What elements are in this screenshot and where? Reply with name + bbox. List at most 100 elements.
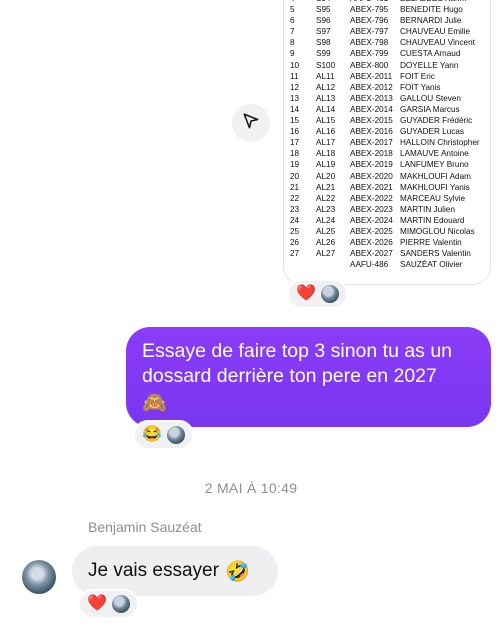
table-row: 26 AL26 ABEX-2026 PIERRE Valentin <box>290 237 490 248</box>
row-name: GUYADER Lucas <box>400 127 465 137</box>
row-id: ABEX-797 <box>350 27 389 37</box>
row-number: 20 <box>290 171 300 181</box>
table-row: 9 S99 ABEX-799 CUESTA Arnaud <box>290 48 490 59</box>
row-id: ABEX-2014 <box>350 104 393 114</box>
row-number: 5 <box>290 5 295 15</box>
row-id: ABEX-2024 <box>350 215 393 225</box>
shared-image-card[interactable]: 4S94AAFU-401BELABBES Karim5S95ABEX-795BE… <box>283 0 491 285</box>
sender-name: Benjamin Sauzéat <box>88 519 202 535</box>
table-row: 5 S95 ABEX-795 BENEDITE Hugo <box>290 4 490 15</box>
row-id: ABEX-2025 <box>350 226 393 236</box>
row-name: DOYELLE Yann <box>400 60 459 70</box>
row-id: ABEX-798 <box>350 38 389 48</box>
row-code: AL14 <box>316 104 336 114</box>
row-number: 13 <box>290 93 300 103</box>
row-number: 6 <box>290 16 295 26</box>
row-id: ABEX-2026 <box>350 238 393 248</box>
table-row: 6 S96 ABEX-796 BERNARDI Julie <box>290 15 490 26</box>
row-name: MARTIN Julien <box>400 204 455 214</box>
message-timestamp: 2 MAI À 10:49 <box>204 480 298 496</box>
row-id: ABEX-2018 <box>350 149 393 159</box>
row-number: 26 <box>290 238 300 248</box>
row-id: ABEX-800 <box>350 60 389 70</box>
row-number <box>290 259 316 270</box>
row-id: ABEX-799 <box>350 49 389 59</box>
row-number: 22 <box>290 193 300 203</box>
row-code: AL16 <box>316 127 336 137</box>
row-name: MARCEAU Sylvie <box>400 193 466 203</box>
row-name: PIERRE Valentin <box>400 238 462 248</box>
row-id: AAFU-486 <box>350 260 389 270</box>
row-number: 21 <box>290 182 300 192</box>
table-row: 25 AL25 ABEX-2025 MIMOGLOU Nicolas <box>290 226 490 237</box>
participants-table: 4S94AAFU-401BELABBES Karim5S95ABEX-795BE… <box>290 0 490 270</box>
row-code: AL23 <box>316 204 336 214</box>
received-message-text: Je vais essayer <box>88 560 219 581</box>
received-message-reactions[interactable]: ❤️ <box>78 589 139 619</box>
row-code: AL27 <box>316 249 336 259</box>
table-row: 17 AL17 ABEX-2017 HALLOIN Christopher <box>290 137 490 148</box>
table-row: 21 AL21 ABEX-2021 MAKHLOUFI Yanis <box>290 182 490 193</box>
row-code: AL18 <box>316 149 336 159</box>
sent-message-bubble[interactable]: Essaye de faire top 3 sinon tu as un dos… <box>126 327 491 427</box>
send-icon <box>242 112 260 135</box>
row-name: LANFUMEY Bruno <box>400 160 469 170</box>
row-name: GUYADER Frédéric <box>400 116 473 126</box>
row-code <box>316 259 350 270</box>
row-id: ABEX-2015 <box>350 116 393 126</box>
row-code: S95 <box>316 5 331 15</box>
row-code: AL25 <box>316 226 336 236</box>
row-number: 12 <box>290 82 300 92</box>
row-id: ABEX-2017 <box>350 138 393 148</box>
row-number: 27 <box>290 249 300 259</box>
row-id: ABEX-2012 <box>350 82 393 92</box>
row-number: 24 <box>290 215 300 225</box>
table-row: 11 AL11 ABEX-2011 FOIT Eric <box>290 71 490 82</box>
row-id: ABEX-2011 <box>350 71 393 81</box>
table-row: 14 AL14 ABEX-2014 GARSIA Marcus <box>290 104 490 115</box>
row-code: AL22 <box>316 193 336 203</box>
sent-message-text: Essaye de faire top 3 sinon tu as un dos… <box>142 340 453 387</box>
row-code: S96 <box>316 16 331 26</box>
table-row: 12 AL12 ABEX-2012 FOIT Yanis <box>290 82 490 93</box>
row-code: S100 <box>316 60 336 70</box>
row-name: SAUZÉAT Olivier <box>400 260 463 270</box>
row-code: AL13 <box>316 93 336 103</box>
row-id: ABEX-2027 <box>350 249 393 259</box>
image-reactions[interactable]: ❤️ <box>287 279 348 309</box>
row-number: 14 <box>290 104 300 114</box>
row-number: 18 <box>290 149 300 159</box>
table-row: 15 AL15 ABEX-2015 GUYADER Frédéric <box>290 115 490 126</box>
table-row: AAFU-486 SAUZÉAT Olivier <box>290 259 490 270</box>
row-number: 16 <box>290 127 300 137</box>
table-row: 24 AL24 ABEX-2024 MARTIN Edouard <box>290 215 490 226</box>
row-code: AL24 <box>316 215 336 225</box>
row-code: AL15 <box>316 116 336 126</box>
reactor-avatar <box>111 595 130 613</box>
sent-message-reactions[interactable]: 😂 <box>133 420 194 450</box>
row-name: BENEDITE Hugo <box>400 5 463 15</box>
row-number: 9 <box>290 49 295 59</box>
row-code: AL19 <box>316 160 336 170</box>
sender-avatar[interactable] <box>22 560 56 594</box>
row-id: ABEX-2020 <box>350 171 393 181</box>
table-row: 16 AL16 ABEX-2016 GUYADER Lucas <box>290 126 490 137</box>
row-id: ABEX-2019 <box>350 160 393 170</box>
row-name: MARTIN Edouard <box>400 215 465 225</box>
row-name: HALLOIN Christopher <box>400 138 480 148</box>
row-number: 10 <box>290 60 300 70</box>
row-code: S97 <box>316 27 331 37</box>
row-name: FOIT Yanis <box>400 82 441 92</box>
row-code: AL12 <box>316 82 336 92</box>
row-number: 8 <box>290 38 295 48</box>
share-button[interactable] <box>232 104 270 142</box>
reactor-avatar <box>320 285 339 303</box>
row-number: 17 <box>290 138 300 148</box>
row-code: AL20 <box>316 171 336 181</box>
row-name: MAKHLOUFI Adam <box>400 171 471 181</box>
row-name: FOIT Eric <box>400 71 435 81</box>
table-row: 20 AL20 ABEX-2020 MAKHLOUFI Adam <box>290 171 490 182</box>
see-no-evil-emoji: 🙈 <box>142 392 167 414</box>
table-row: 8 S98 ABEX-798 CHAUVEAU Vincent <box>290 37 490 48</box>
row-name: CHAUVEAU Emilie <box>400 27 471 37</box>
